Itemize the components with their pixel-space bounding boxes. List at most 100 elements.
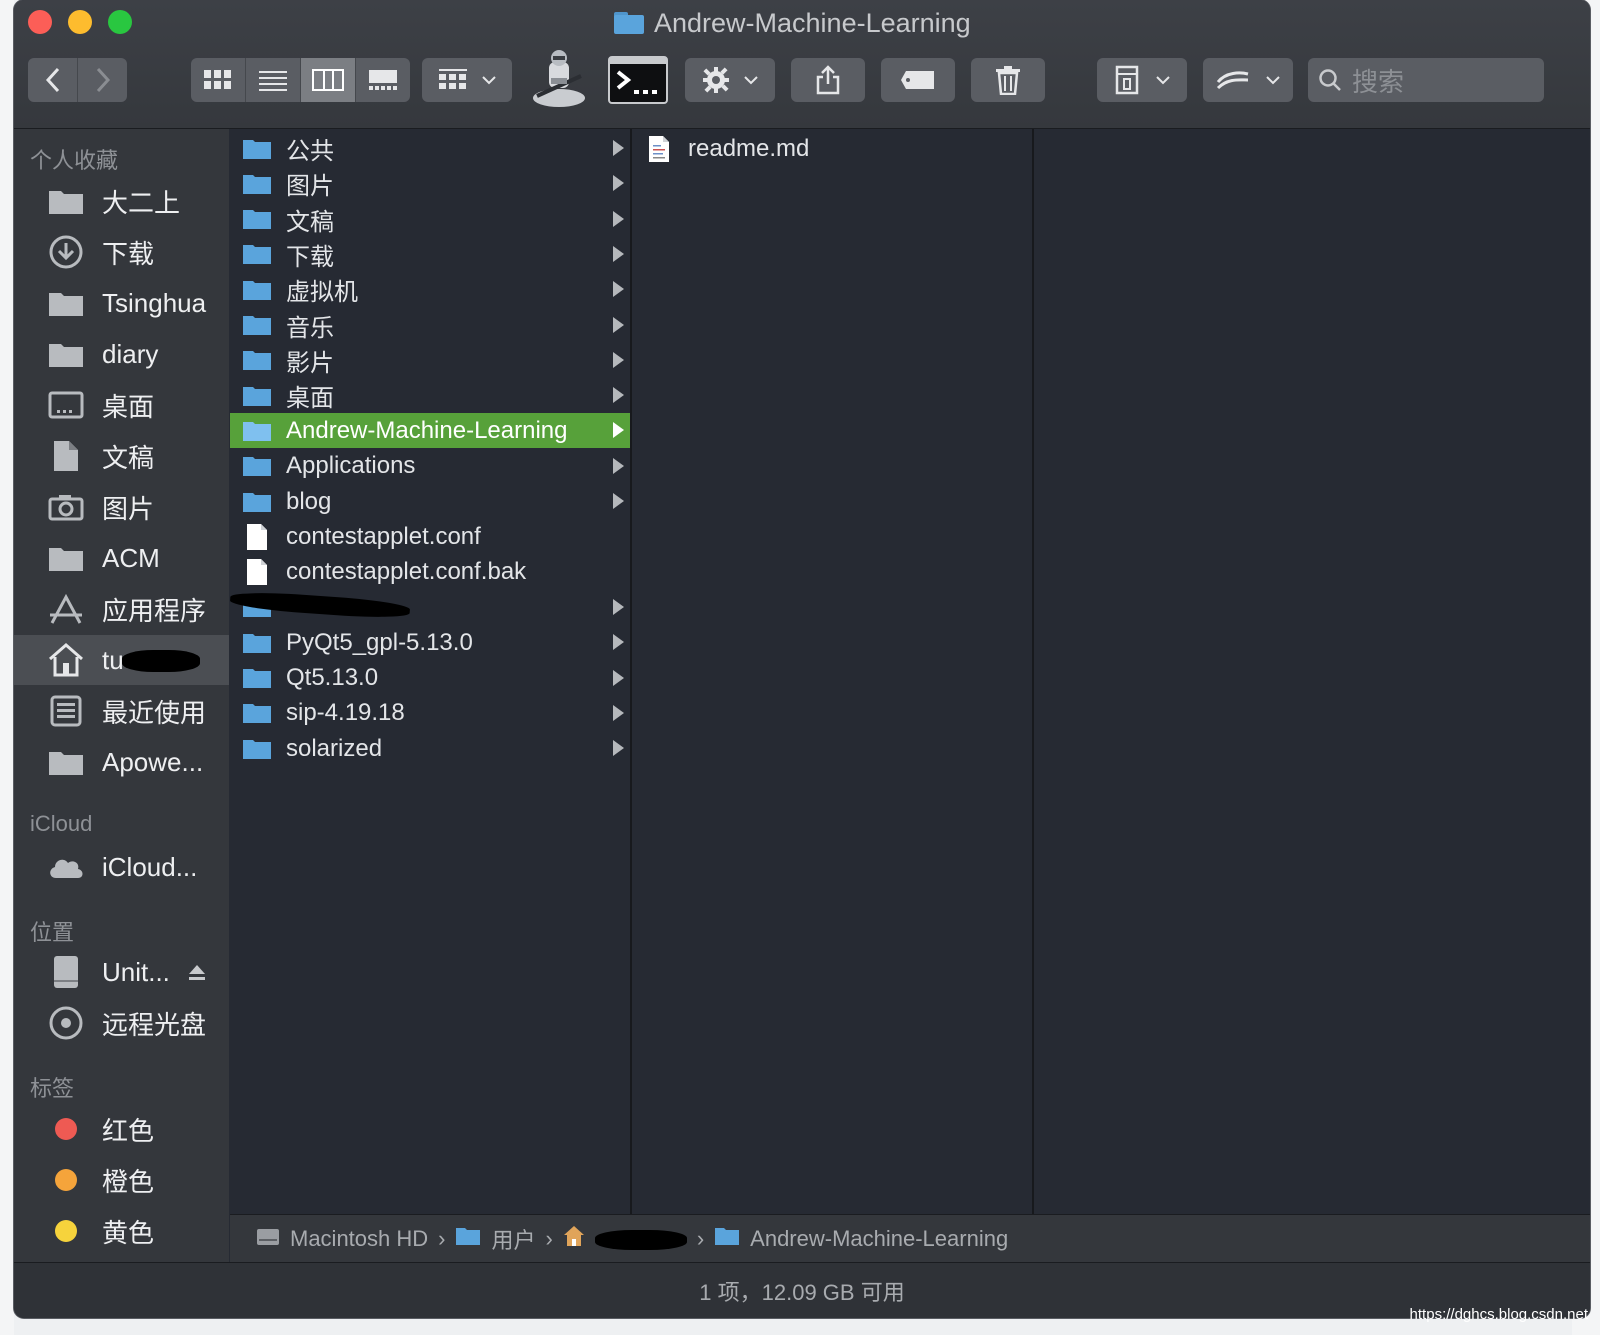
sidebar-item-label: Tsinghua <box>102 287 207 318</box>
file-row[interactable]: 公共 <box>230 131 630 166</box>
file-name: Andrew-Machine-Learning <box>286 416 568 444</box>
path-segment-redacted[interactable] <box>594 1228 687 1250</box>
home-icon <box>563 1225 585 1253</box>
sidebar-item-desktop[interactable]: 桌面 <box>14 380 229 430</box>
trash-button[interactable] <box>971 58 1045 102</box>
gear-icon <box>703 67 729 93</box>
file-row[interactable]: PyQt5_gpl-5.13.0 <box>230 625 630 660</box>
file-icon <box>242 559 272 586</box>
icon-view-icon <box>204 70 231 89</box>
sidebar-item-icloud-drive[interactable]: iCloud... <box>14 842 229 892</box>
terminal-button[interactable] <box>608 56 668 104</box>
file-row[interactable] <box>229 589 630 625</box>
file-row[interactable]: Applications <box>230 449 630 484</box>
forward-button[interactable] <box>78 58 127 102</box>
folder-icon <box>46 336 86 372</box>
file-name: contestapplet.conf.bak <box>286 558 527 586</box>
icon-view-button[interactable] <box>191 58 246 102</box>
path-segment[interactable]: Macintosh HD <box>290 1226 428 1252</box>
share-button[interactable] <box>791 58 865 102</box>
file-row[interactable]: 下载 <box>230 237 630 272</box>
sidebar-item-home[interactable]: tu <box>14 635 229 685</box>
close-button[interactable] <box>28 10 52 34</box>
disclosure-arrow-icon <box>613 422 624 439</box>
sidebar-item-tag-orange[interactable]: 橙色 <box>14 1155 229 1205</box>
file-row[interactable]: 图片 <box>230 166 630 201</box>
file-name: contestapplet.conf <box>286 522 481 550</box>
automator-button[interactable] <box>529 48 589 110</box>
disclosure-arrow-icon <box>613 740 624 757</box>
app-menu-button[interactable] <box>1097 58 1187 102</box>
sidebar-item-diary[interactable]: diary <box>14 329 229 379</box>
view-mode-segment <box>191 58 410 102</box>
disclosure-arrow-icon <box>613 175 624 192</box>
sidebar-item-label: 桌面 <box>102 391 155 422</box>
path-segment[interactable]: 用户 <box>491 1223 535 1255</box>
path-segment-current[interactable]: Andrew-Machine-Learning <box>750 1226 1008 1252</box>
search-placeholder: 搜索 <box>1352 66 1405 97</box>
file-name: 图片 <box>286 173 334 201</box>
file-row[interactable]: 桌面 <box>230 378 630 413</box>
column-view-button[interactable] <box>301 58 356 102</box>
list-view-button[interactable] <box>246 58 301 102</box>
sidebar-item-documents[interactable]: 文稿 <box>14 431 229 481</box>
file-name: Applications <box>286 452 416 480</box>
finder-window: Andrew-Machine-Learning 搜索 个人收藏 大二上 下载 T… <box>14 0 1590 1318</box>
file-row[interactable]: 虚拟机 <box>230 272 630 307</box>
sidebar-item-tsinghua[interactable]: Tsinghua <box>14 278 229 328</box>
path-separator-icon: › <box>545 1225 553 1251</box>
file-row[interactable]: Qt5.13.0 <box>230 661 630 696</box>
sidebar-item-tag-yellow[interactable]: 黄色 <box>14 1206 229 1256</box>
file-name: solarized <box>286 734 383 762</box>
trash-icon <box>996 66 1020 95</box>
sidebar-item-tag-red[interactable]: 红色 <box>14 1104 229 1154</box>
sidebar-item-folder[interactable]: 大二上 <box>14 176 229 226</box>
file-row[interactable]: 音乐 <box>230 308 630 343</box>
zoom-button[interactable] <box>108 10 132 34</box>
file-row[interactable]: contestapplet.conf <box>230 519 630 554</box>
bag-icon <box>1115 65 1139 95</box>
folder-icon <box>242 490 272 514</box>
sidebar-item-downloads[interactable]: 下载 <box>14 227 229 277</box>
folder-icon <box>714 1226 740 1252</box>
sidebar-item-label: 黄色 <box>102 1217 155 1248</box>
file-row[interactable]: sip-4.19.18 <box>230 696 630 731</box>
sidebar-item-acm[interactable]: ACM <box>14 533 229 583</box>
cloud-icon <box>46 849 86 885</box>
gallery-view-button[interactable] <box>356 58 410 102</box>
folder-icon <box>242 631 272 655</box>
file-row[interactable]: readme.md <box>632 131 1032 166</box>
file-name: readme.md <box>688 134 810 162</box>
file-row[interactable]: 影片 <box>230 343 630 378</box>
file-row[interactable]: blog <box>230 484 630 519</box>
download-icon <box>46 234 86 270</box>
eject-icon[interactable] <box>188 957 206 988</box>
disclosure-arrow-icon <box>613 140 624 156</box>
action-menu-button[interactable] <box>685 58 775 102</box>
back-button[interactable] <box>28 58 78 102</box>
file-row[interactable]: Andrew-Machine-Learning <box>230 413 630 449</box>
file-row[interactable]: contestapplet.conf.bak <box>230 555 630 590</box>
drive-icon <box>46 954 86 990</box>
folder-icon <box>242 278 272 302</box>
group-by-button[interactable] <box>422 58 512 102</box>
search-field[interactable]: 搜索 <box>1308 58 1544 102</box>
sidebar-item-drive[interactable]: Unit... <box>14 947 229 997</box>
tag-icon <box>901 71 934 89</box>
sidebar-item-recents[interactable]: 最近使用 <box>14 686 229 736</box>
group-icon <box>439 69 467 89</box>
minimize-button[interactable] <box>68 10 92 34</box>
sidebar-item-applications[interactable]: 应用程序 <box>14 584 229 634</box>
file-row[interactable]: solarized <box>230 731 630 766</box>
chevron-right-icon <box>96 67 110 93</box>
file-row[interactable]: 文稿 <box>230 202 630 237</box>
sidebar-item-remote-disc[interactable]: 远程光盘 <box>14 998 229 1048</box>
folder-icon <box>242 737 272 761</box>
sync-menu-button[interactable] <box>1203 58 1293 102</box>
folder-icon <box>242 348 272 372</box>
sidebar-item-pictures[interactable]: 图片 <box>14 482 229 532</box>
sidebar-item-label: 应用程序 <box>102 595 207 626</box>
tags-button[interactable] <box>881 58 955 102</box>
chevron-down-icon <box>1266 76 1280 85</box>
sidebar-item-apowersoft[interactable]: Apowe... <box>14 737 229 787</box>
